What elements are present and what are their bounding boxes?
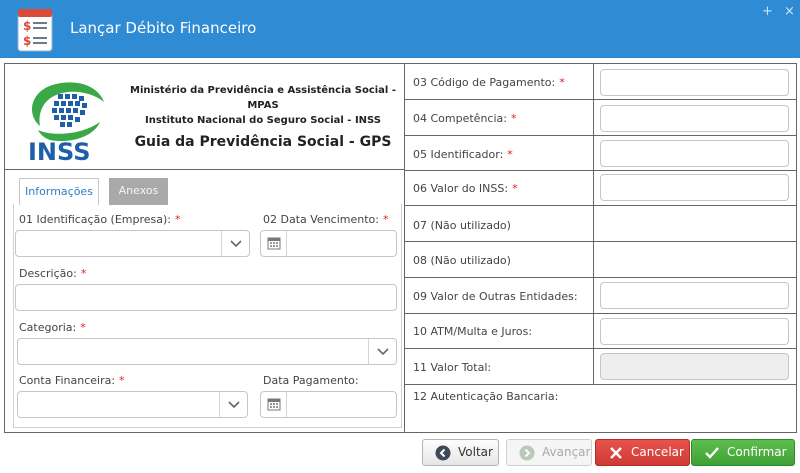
- valor-inss-input[interactable]: [600, 174, 789, 201]
- required-marker: *: [507, 148, 513, 161]
- codigo-pagamento-input[interactable]: [600, 69, 789, 96]
- checkmark-icon: [705, 447, 719, 459]
- org-name: Ministério da Previdência e Assistência …: [123, 83, 403, 128]
- calendar-icon[interactable]: [261, 392, 287, 417]
- chevron-down-icon[interactable]: [368, 339, 396, 364]
- competencia-input[interactable]: [600, 105, 789, 132]
- right-panel: 03 Código de Pagamento: * 04 Competência:…: [405, 64, 797, 432]
- conta-financeira-select[interactable]: [17, 391, 248, 418]
- identificacao-label: 01 Identificação (Empresa): *: [19, 213, 181, 226]
- row-outras-entidades: 09 Valor de Outras Entidades:: [405, 278, 797, 314]
- left-panel: INSS Ministério da Previdência e Assistê…: [5, 64, 405, 432]
- data-vencimento-label: 02 Data Vencimento: *: [263, 213, 389, 226]
- close-x-icon: [610, 447, 622, 459]
- gps-header: INSS Ministério da Previdência e Assistê…: [5, 64, 405, 170]
- form-title: Guia da Previdência Social - GPS: [134, 134, 392, 150]
- required-marker: *: [510, 112, 517, 125]
- required-marker: *: [80, 267, 87, 280]
- document-money-icon: $ $: [17, 9, 53, 52]
- svg-text:$: $: [23, 19, 31, 33]
- chevron-down-icon[interactable]: [221, 231, 249, 256]
- descricao-label: Descrição: *: [19, 267, 87, 280]
- tab-anexos[interactable]: Anexos: [109, 178, 168, 205]
- required-marker: *: [175, 213, 181, 226]
- required-marker: *: [382, 213, 389, 226]
- valor-total-input: [600, 353, 789, 380]
- maximize-button[interactable]: +: [762, 4, 773, 19]
- required-marker: *: [80, 321, 86, 334]
- row-valor-inss: 06 Valor do INSS: *: [405, 171, 797, 206]
- row-identificador: 05 Identificador: *: [405, 136, 797, 171]
- autenticacao-bancaria-label: 12 Autenticação Bancaria:: [413, 390, 559, 403]
- confirmar-button[interactable]: Confirmar: [691, 439, 795, 466]
- title-bar: $ $ Lançar Débito Financeiro + ×: [0, 0, 800, 58]
- tab-informacoes[interactable]: Informações: [19, 178, 99, 205]
- required-marker: *: [559, 76, 565, 89]
- conta-financeira-label: Conta Financeira: *: [19, 374, 125, 387]
- arrow-left-icon: [435, 445, 451, 461]
- identificacao-select[interactable]: [15, 230, 250, 257]
- identificador-input[interactable]: [600, 140, 789, 167]
- row-codigo-pagamento: 03 Código de Pagamento: *: [405, 64, 797, 100]
- row-nao-utilizado-08: 08 (Não utilizado): [405, 242, 797, 278]
- required-marker: *: [119, 374, 125, 387]
- voltar-button[interactable]: Voltar: [422, 439, 499, 466]
- org-line-1: Ministério da Previdência e Assistência …: [130, 85, 396, 111]
- data-pagamento-field[interactable]: [260, 391, 397, 418]
- row-valor-total: 11 Valor Total:: [405, 349, 797, 385]
- inss-logo: INSS: [28, 82, 104, 164]
- row-competencia: 04 Competência: *: [405, 100, 797, 136]
- arrow-right-icon: [519, 445, 535, 461]
- svg-text:$: $: [23, 34, 31, 48]
- chevron-down-icon[interactable]: [219, 392, 247, 417]
- data-pagamento-label: Data Pagamento:: [263, 374, 359, 387]
- required-marker: *: [512, 182, 518, 195]
- outras-entidades-input[interactable]: [600, 282, 789, 309]
- descricao-input[interactable]: [15, 284, 397, 311]
- org-line-2: Instituto Nacional do Seguro Social - IN…: [145, 115, 381, 126]
- row-nao-utilizado-07: 07 (Não utilizado): [405, 206, 797, 242]
- atm-multa-juros-input[interactable]: [600, 318, 789, 345]
- window-title: Lançar Débito Financeiro: [70, 19, 257, 37]
- categoria-label: Categoria: *: [19, 321, 86, 334]
- close-button[interactable]: ×: [784, 4, 795, 19]
- calendar-icon[interactable]: [261, 231, 287, 256]
- logo-text: INSS: [28, 138, 91, 164]
- data-vencimento-field[interactable]: [260, 230, 397, 257]
- cancelar-button[interactable]: Cancelar: [595, 439, 690, 466]
- avancar-button[interactable]: Avançar: [506, 439, 592, 466]
- row-atm-multa-juros: 10 ATM/Multa e Juros:: [405, 314, 797, 349]
- categoria-select[interactable]: [17, 338, 397, 365]
- gps-form: INSS Ministério da Previdência e Assistê…: [4, 63, 797, 433]
